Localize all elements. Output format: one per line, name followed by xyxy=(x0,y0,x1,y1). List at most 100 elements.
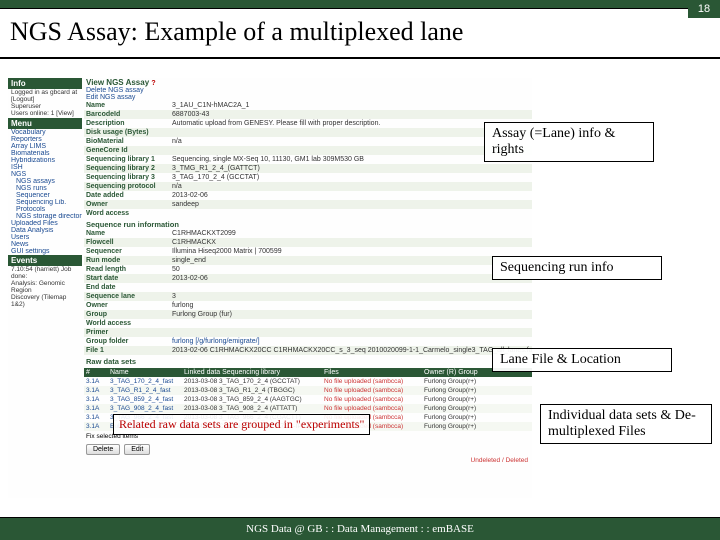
kv-val: Sequencing, single MX-Seq 10, 11130, GM1… xyxy=(172,155,532,164)
delete-button[interactable]: Delete xyxy=(86,444,120,455)
kv-key: Start date xyxy=(84,274,172,283)
annotation-datasets: Individual data sets & De-multiplexed Fi… xyxy=(540,404,712,444)
sidebar: Info Logged in as gbcard at [Logout] Sup… xyxy=(8,78,82,498)
kv-val: 50 xyxy=(172,265,532,274)
kv-key: Owner xyxy=(84,301,172,310)
kv-key: Read length xyxy=(84,265,172,274)
kv-key: GeneCore Id xyxy=(84,146,172,155)
main-panel: View NGS Assay ? Delete NGS assay Edit N… xyxy=(84,78,532,498)
menu-header: Menu xyxy=(8,118,82,129)
menu-item[interactable]: Array LIMS xyxy=(8,143,82,150)
table-row[interactable]: 3.1A3_TAG_R1_2_4_fast2013-03-08 3_TAG_R1… xyxy=(84,386,532,395)
kv-key: World access xyxy=(84,319,172,328)
info-line: Logged in as gbcard at xyxy=(8,89,82,96)
kv-val xyxy=(172,319,532,328)
kv-val: 2013-02-06 xyxy=(172,274,532,283)
events-header: Events xyxy=(8,255,82,266)
kv-val xyxy=(172,283,532,292)
kv-val: C1RHMACKX xyxy=(172,238,532,247)
button-row: Delete Edit xyxy=(84,444,532,455)
kv-key: Group folder xyxy=(84,337,172,346)
raw-header: Raw data sets xyxy=(84,357,532,366)
menu-item[interactable]: Uploaded Files xyxy=(8,220,82,227)
submenu-item[interactable]: Sequencing Lib. xyxy=(8,199,82,206)
kv-key: Run mode xyxy=(84,256,172,265)
title-bar: NGS Assay: Example of a multiplexed lane xyxy=(0,9,720,59)
submenu-item[interactable]: NGS storage directory xyxy=(8,213,82,220)
submenu-item[interactable]: Sequencer xyxy=(8,192,82,199)
kv-val: n/a xyxy=(172,137,532,146)
kv-val: 3 xyxy=(172,292,532,301)
kv-key: File 1 xyxy=(84,346,172,355)
seqrun-header: Sequence run information xyxy=(84,220,532,229)
kv-val: furlong xyxy=(172,301,532,310)
info-line: Users online: 1 [View] xyxy=(8,110,82,117)
table-row[interactable]: 3.1A3_TAG_908_2_4_fast2013-03-08 3_TAG_9… xyxy=(84,404,532,413)
kv-key: Sequencer xyxy=(84,247,172,256)
action-link[interactable]: Edit NGS assay xyxy=(84,94,532,101)
menu-item[interactable]: Vocabulary xyxy=(8,129,82,136)
kv-val: Illumina Hiseq2000 Matrix | 700599 xyxy=(172,247,532,256)
logout-link[interactable]: [Logout] xyxy=(8,96,82,103)
top-stripe xyxy=(0,0,720,9)
kv-key: Sequencing protocol xyxy=(84,182,172,191)
kv-key: Group xyxy=(84,310,172,319)
kv-val: n/a xyxy=(172,182,532,191)
kv-val: 6887003-43 xyxy=(172,110,532,119)
kv-key: Word access xyxy=(84,209,172,218)
kv-key: Sequencing library 2 xyxy=(84,164,172,173)
event-line: 7.10:54 (harriett) Job done: xyxy=(8,266,82,280)
kv-key: Owner xyxy=(84,200,172,209)
kv-key: BioMaterial xyxy=(84,137,172,146)
kv-val: sandeep xyxy=(172,200,532,209)
table-row[interactable]: 3.1A3_TAG_859_2_4_fast2013-03-08 3_TAG_8… xyxy=(84,395,532,404)
event-line: Discovery (Tilemap 1&2) xyxy=(8,294,82,308)
kv-key: Flowcell xyxy=(84,238,172,247)
annotation-seqrun-info: Sequencing run info xyxy=(492,256,662,280)
menu-item[interactable]: News xyxy=(8,241,82,248)
kv-key: End date xyxy=(84,283,172,292)
annotation-assay-info: Assay (=Lane) info & rights xyxy=(484,122,654,162)
menu-item[interactable]: NGS xyxy=(8,171,82,178)
kv-val: Automatic upload from GENESY. Please fil… xyxy=(172,119,532,128)
kv-key: Sequencing library 1 xyxy=(84,155,172,164)
submenu-item[interactable]: NGS assays xyxy=(8,178,82,185)
kv-val: 3_1AU_C1N-hMAC2A_1 xyxy=(172,101,532,110)
kv-key: Sequencing library 3 xyxy=(84,173,172,182)
submenu-item[interactable]: NGS runs xyxy=(8,185,82,192)
kv-key: Date added xyxy=(84,191,172,200)
menu-item[interactable]: ISH xyxy=(8,164,82,171)
page-number: 18 xyxy=(688,0,720,18)
menu-item[interactable]: Hybridizations xyxy=(8,157,82,164)
info-header: Info xyxy=(8,78,82,89)
kv-key: Disk usage (Bytes) xyxy=(84,128,172,137)
action-link[interactable]: Delete NGS assay xyxy=(84,87,532,94)
kv-val xyxy=(172,328,532,337)
menu-item[interactable]: Users xyxy=(8,234,82,241)
menu-item[interactable]: GUI settings xyxy=(8,248,82,255)
menu-item[interactable]: Biomaterials xyxy=(8,150,82,157)
kv-key: Name xyxy=(84,101,172,110)
kv-val xyxy=(172,209,532,218)
kv-val: 3_TMG_R1_2_4_(GATTCT) xyxy=(172,164,532,173)
annotation-related-raw: Related raw data sets are grouped in "ex… xyxy=(113,414,370,435)
submenu-item[interactable]: Protocols xyxy=(8,206,82,213)
menu-item[interactable]: Reporters xyxy=(8,136,82,143)
undeleted-toggle[interactable]: Undeleted / Deleted xyxy=(84,457,532,464)
edit-button[interactable]: Edit xyxy=(124,444,150,455)
raw-table-header: #NameLinked data Sequencing libraryFiles… xyxy=(84,368,532,377)
kv-key: Description xyxy=(84,119,172,128)
kv-val xyxy=(172,128,532,137)
menu-item[interactable]: Data Analysis xyxy=(8,227,82,234)
annotation-lane-file: Lane File & Location xyxy=(492,348,672,372)
kv-key: BarcodeId xyxy=(84,110,172,119)
event-line: Analysis: Genomic Region xyxy=(8,280,82,294)
kv-val xyxy=(172,146,532,155)
kv-val: 2013-02-06 C1RHMACKX20CC C1RHMACKX20CC_s… xyxy=(172,346,532,355)
kv-val: single_end xyxy=(172,256,532,265)
kv-val: Furlong Group (fur) xyxy=(172,310,532,319)
table-row[interactable]: 3.1A3_TAG_170_2_4_fast2013-03-08 3_TAG_1… xyxy=(84,377,532,386)
kv-val: 2013-02-06 xyxy=(172,191,532,200)
kv-key: Primer xyxy=(84,328,172,337)
kv-val: 3_TAG_170_2_4 (GCCTAT) xyxy=(172,173,532,182)
